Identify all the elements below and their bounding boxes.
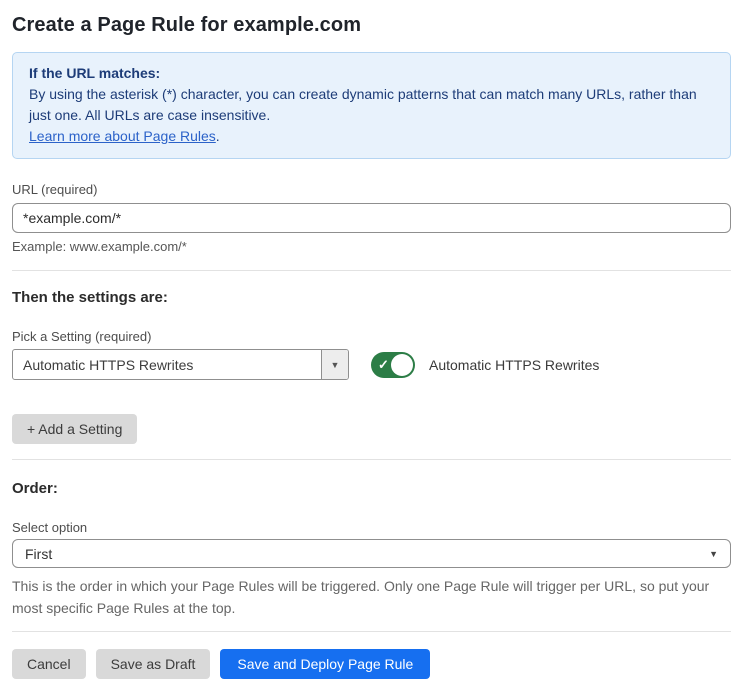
setting-row: Automatic HTTPS Rewrites ▼ ✓ Automatic H… bbox=[12, 349, 731, 380]
form-actions: Cancel Save as Draft Save and Deploy Pag… bbox=[12, 649, 731, 679]
setting-dropdown[interactable]: Automatic HTTPS Rewrites ▼ bbox=[12, 349, 349, 380]
info-box-link-row: Learn more about Page Rules. bbox=[29, 126, 714, 147]
pick-setting-label: Pick a Setting (required) bbox=[12, 329, 152, 344]
order-heading: Order: bbox=[12, 480, 58, 497]
url-label: URL (required) bbox=[12, 182, 98, 197]
chevron-down-icon: ▼ bbox=[709, 548, 718, 559]
info-box-body: By using the asterisk (*) character, you… bbox=[29, 86, 697, 123]
add-setting-button[interactable]: + Add a Setting bbox=[12, 414, 138, 444]
page-rule-form: Create a Page Rule for example.com If th… bbox=[0, 0, 743, 679]
check-icon: ✓ bbox=[378, 356, 389, 372]
order-select-value: First bbox=[25, 545, 53, 562]
page-title: Create a Page Rule for example.com bbox=[12, 14, 362, 36]
setting-dropdown-value: Automatic HTTPS Rewrites bbox=[23, 356, 194, 373]
save-as-draft-button[interactable]: Save as Draft bbox=[95, 649, 211, 679]
url-input[interactable] bbox=[12, 203, 731, 233]
learn-more-link[interactable]: Learn more about Page Rules bbox=[29, 128, 216, 144]
setting-dropdown-arrow-button[interactable]: ▼ bbox=[321, 350, 348, 379]
order-select[interactable]: First ▼ bbox=[12, 539, 731, 568]
info-box-heading: If the URL matches: bbox=[29, 65, 161, 81]
url-match-info-box: If the URL matches: By using the asteris… bbox=[12, 52, 731, 159]
url-example-hint: Example: www.example.com/* bbox=[12, 239, 187, 254]
cancel-button[interactable]: Cancel bbox=[12, 649, 86, 679]
order-hint: This is the order in which your Page Rul… bbox=[12, 578, 710, 616]
toggle-knob bbox=[391, 353, 413, 376]
toggle-label: Automatic HTTPS Rewrites bbox=[429, 356, 600, 373]
link-suffix: . bbox=[215, 128, 220, 144]
divider bbox=[12, 631, 731, 632]
select-option-label: Select option bbox=[12, 520, 88, 535]
divider bbox=[12, 459, 731, 460]
save-and-deploy-button[interactable]: Save and Deploy Page Rule bbox=[220, 649, 431, 679]
https-rewrites-toggle[interactable]: ✓ bbox=[371, 351, 415, 378]
chevron-down-icon: ▼ bbox=[330, 359, 340, 370]
divider bbox=[12, 270, 731, 271]
settings-heading: Then the settings are: bbox=[12, 289, 168, 306]
